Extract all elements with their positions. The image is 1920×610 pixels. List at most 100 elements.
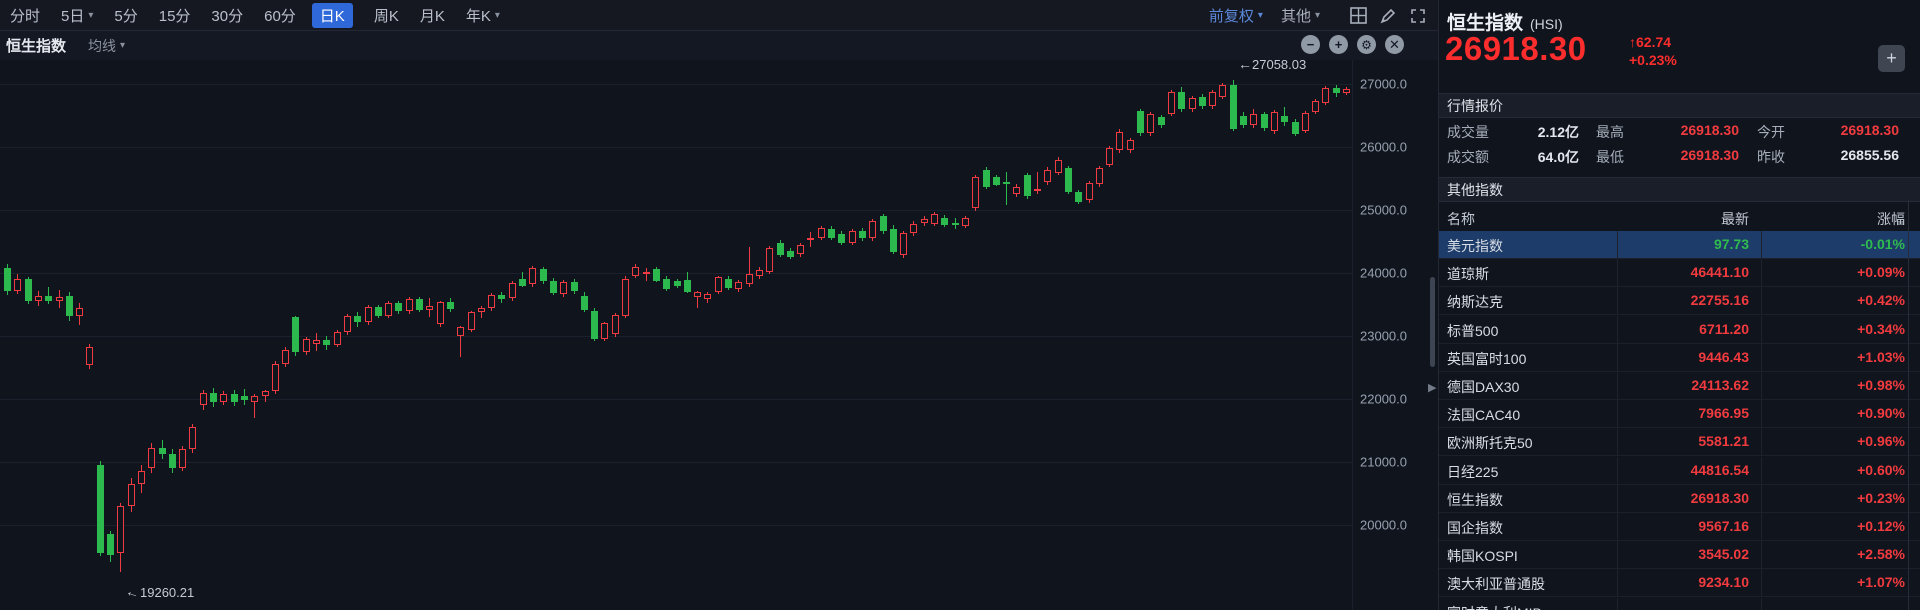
period-tab-60分[interactable]: 60分 — [264, 5, 296, 26]
candle-body — [323, 340, 330, 346]
index-row-国企指数[interactable]: 国企指数9567.16+0.12% — [1439, 513, 1920, 541]
candle-body — [303, 339, 310, 352]
index-row-纳斯达克[interactable]: 纳斯达克22755.16+0.42% — [1439, 287, 1920, 315]
candle-body — [1230, 85, 1237, 129]
index-name: 美元指数 — [1447, 236, 1503, 256]
candlestick-chart-canvas[interactable]: 27000.026000.025000.024000.023000.022000… — [0, 60, 1438, 610]
column-divider — [1617, 400, 1618, 427]
panel-scrollbar-track[interactable] — [1908, 200, 1909, 610]
candle-body — [643, 272, 650, 275]
candle-body — [251, 396, 258, 402]
candle-body — [1343, 89, 1350, 93]
index-row-富时意大利MIB[interactable]: 富时意大利MIB — [1439, 598, 1920, 610]
candle-body — [426, 306, 433, 310]
settings-gear-icon[interactable]: ⚙ — [1357, 35, 1376, 54]
candle-body — [807, 238, 814, 240]
candle-body — [148, 448, 155, 469]
candle-body — [993, 177, 1000, 185]
adjust-mode-dropdown[interactable]: 前复权 ▾ — [1209, 5, 1263, 26]
candle-body — [56, 297, 63, 301]
index-row-欧洲斯托克50[interactable]: 欧洲斯托克505581.21+0.96% — [1439, 428, 1920, 456]
period-tab-30分[interactable]: 30分 — [211, 5, 243, 26]
candle-body — [931, 214, 938, 224]
panel-collapse-handle[interactable]: ▶ — [1428, 381, 1436, 394]
candle-body — [385, 303, 392, 316]
y-axis-tick: 25000.0 — [1360, 203, 1407, 218]
index-row-日经225[interactable]: 日经22544816.54+0.60% — [1439, 457, 1920, 485]
index-row-英国富时100[interactable]: 英国富时1009446.43+1.03% — [1439, 344, 1920, 372]
ma-dropdown[interactable]: 均线 ▾ — [88, 36, 125, 56]
candle-body — [169, 454, 176, 468]
brush-icon[interactable] — [1378, 6, 1398, 26]
quote-row: 成交量2.12亿最高26918.30今开26918.30 — [1439, 119, 1920, 143]
candle-body — [1209, 92, 1216, 106]
index-row-澳大利亚普通股[interactable]: 澳大利亚普通股9234.10+1.07% — [1439, 569, 1920, 597]
indices-section-bar: 其他指数 — [1439, 177, 1920, 202]
column-divider — [1617, 372, 1618, 399]
index-name: 德国DAX30 — [1447, 377, 1519, 397]
period-tab-15分[interactable]: 15分 — [159, 5, 191, 26]
candle-body — [1075, 192, 1082, 201]
candle-body — [1137, 111, 1144, 133]
column-divider — [1761, 598, 1762, 610]
add-to-watchlist-button[interactable]: + — [1878, 45, 1905, 72]
period-tab-年K[interactable]: 年K▾ — [466, 5, 500, 26]
period-tab-5分[interactable]: 5分 — [114, 5, 137, 26]
candle-body — [334, 332, 341, 345]
index-row-标普500[interactable]: 标普5006711.20+0.34% — [1439, 316, 1920, 344]
candle-body — [859, 231, 866, 239]
index-row-韩国KOSPI[interactable]: 韩国KOSPI3545.02+2.58% — [1439, 541, 1920, 569]
candle-body — [1281, 116, 1288, 122]
chart-scrollbar[interactable] — [1430, 277, 1435, 367]
other-dropdown[interactable]: 其他 ▾ — [1281, 5, 1320, 26]
candle-wick — [1006, 172, 1007, 205]
quote-section-title: 行情报价 — [1447, 96, 1503, 116]
candle-body — [138, 471, 145, 484]
candle-body — [591, 311, 598, 339]
period-tab-日K[interactable]: 日K — [312, 3, 353, 28]
candle-body — [1240, 116, 1247, 125]
column-divider — [1761, 400, 1762, 427]
index-row-道琼斯[interactable]: 道琼斯46441.10+0.09% — [1439, 259, 1920, 287]
period-tab-月K[interactable]: 月K — [420, 5, 445, 26]
expand-icon[interactable] — [1408, 6, 1428, 26]
zoom-in-icon[interactable]: + — [1329, 35, 1348, 54]
column-divider — [1761, 372, 1762, 399]
chevron-down-icon: ▾ — [1258, 10, 1263, 21]
candle-body — [766, 248, 773, 272]
index-row-恒生指数[interactable]: 恒生指数26918.30+0.23% — [1439, 485, 1920, 513]
candle-body — [972, 177, 979, 208]
column-divider — [1617, 541, 1618, 568]
indices-table-header: 名称 最新 涨幅 — [1439, 204, 1920, 232]
gridline — [0, 84, 1352, 85]
index-change-percent: +0.09% — [1769, 264, 1905, 280]
candle-body — [1219, 85, 1226, 96]
candle-body — [715, 277, 722, 291]
candle-body — [694, 292, 701, 297]
candle-body — [550, 281, 557, 292]
zoom-out-icon[interactable]: − — [1301, 35, 1320, 54]
close-icon[interactable]: ✕ — [1385, 35, 1404, 54]
candle-body — [200, 393, 207, 406]
chevron-down-icon: ▾ — [1315, 10, 1320, 21]
candle-body — [581, 296, 588, 310]
index-row-法国CAC40[interactable]: 法国CAC407966.95+0.90% — [1439, 400, 1920, 428]
index-row-美元指数[interactable]: 美元指数97.73-0.01% — [1439, 231, 1920, 259]
candle-body — [1147, 114, 1154, 133]
index-change-percent: +0.90% — [1769, 405, 1905, 421]
index-name: 恒生指数 — [1447, 490, 1503, 510]
grid-layout-icon[interactable] — [1348, 6, 1368, 26]
period-tab-5日[interactable]: 5日▾ — [61, 5, 93, 26]
y-axis-tick: 24000.0 — [1360, 266, 1407, 281]
column-divider — [1617, 428, 1618, 455]
chevron-down-icon: ▾ — [120, 40, 125, 51]
chart-subheader: 恒生指数 均线 ▾ − + ⚙ ✕ — [0, 31, 1438, 60]
index-name: 欧洲斯托克50 — [1447, 433, 1533, 453]
period-tab-周K[interactable]: 周K — [374, 5, 399, 26]
period-tab-分时[interactable]: 分时 — [10, 5, 40, 26]
candle-body — [488, 295, 495, 308]
gridline — [0, 147, 1352, 148]
index-row-德国DAX30[interactable]: 德国DAX3024113.62+0.98% — [1439, 372, 1920, 400]
candle-body — [406, 299, 413, 311]
candle-body — [117, 506, 124, 553]
